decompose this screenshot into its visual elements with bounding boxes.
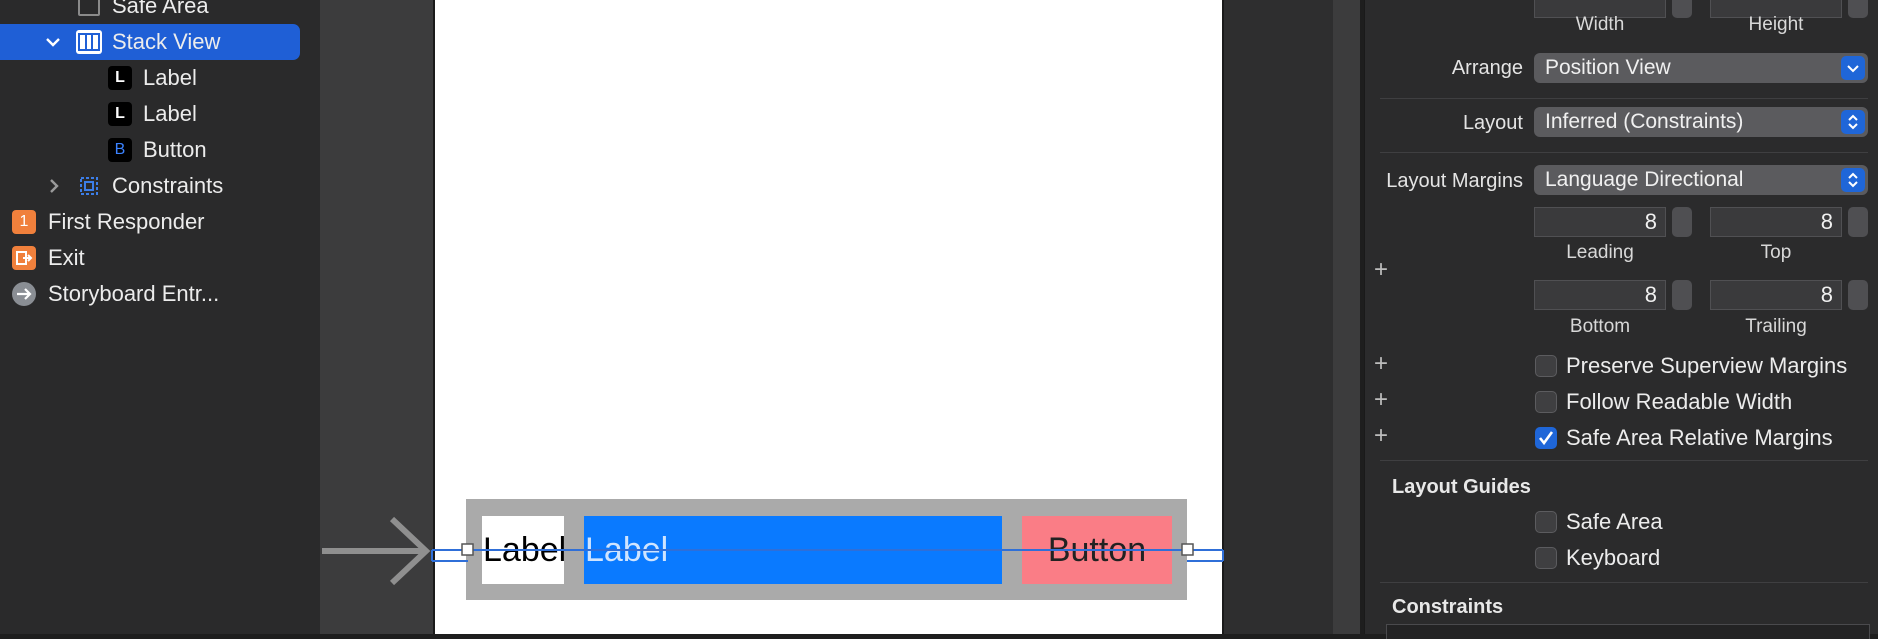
constraints-icon [80,177,98,195]
outline-item-label: Constraints [112,173,224,198]
preserve-superview-margins-checkbox[interactable] [1535,355,1557,377]
separator [1380,460,1868,461]
layout-margins-label: Layout Margins [1386,170,1523,192]
height-caption: Height [1748,14,1804,35]
outline-item-label: First Responder [48,209,205,234]
layout-guides-heading: Layout Guides [1392,476,1531,498]
storyboard-entry-icon [12,282,36,306]
height-stepper[interactable] [1848,0,1868,18]
add-variation-icon[interactable]: + [1374,256,1388,284]
top-stepper[interactable] [1848,207,1868,237]
leading-caption: Leading [1566,242,1634,263]
entry-point-arrow-icon[interactable] [320,515,432,587]
up-down-chevron-icon [1841,168,1865,192]
outline-item-label: Stack View [112,29,221,54]
resize-handle-left [461,543,474,556]
add-variation-icon[interactable]: + [1374,350,1388,378]
chevron-down-icon[interactable] [45,34,61,50]
leading-field[interactable]: 8 [1534,207,1666,237]
top-field[interactable]: 8 [1710,207,1842,237]
trailing-stepper[interactable] [1848,280,1868,310]
trailing-caption: Trailing [1745,316,1807,337]
layout-margins-value: Language Directional [1545,168,1744,191]
document-outline: Safe Area Stack View L Label L Label B B… [0,0,320,634]
keyboard-guide-checkbox[interactable] [1535,547,1557,569]
label-icon: L [108,102,132,126]
safe-area-guide-label: Safe Area [1566,509,1663,534]
outline-item-button[interactable]: B Button [0,132,320,168]
chevron-down-icon [1841,56,1865,80]
first-responder-icon: 1 [12,210,36,234]
outline-item-label: Button [143,137,207,162]
outline-item-label: Label [143,65,197,90]
checkmark-icon [1538,431,1554,446]
bottom-field[interactable]: 8 [1534,280,1666,310]
add-variation-icon[interactable]: + [1374,422,1388,450]
bottom-stepper[interactable] [1672,280,1692,310]
outline-item-first-responder[interactable]: 1 First Responder [0,204,320,240]
up-down-chevron-icon [1841,110,1865,134]
arrange-popup[interactable]: Position View [1534,53,1868,83]
safe-area-icon [78,0,100,16]
outline-item-label-2[interactable]: L Label [0,96,320,132]
outline-item-safe-area[interactable]: Safe Area [0,0,320,24]
outline-item-label: Storyboard Entr... [48,281,220,306]
exit-icon [12,246,36,270]
resize-handle-right [1181,543,1194,556]
width-caption: Width [1575,14,1625,35]
separator [1380,98,1868,99]
safe-area-relative-margins-checkbox[interactable] [1535,427,1557,449]
chevron-right-icon[interactable] [46,178,62,194]
preserve-superview-margins-label: Preserve Superview Margins [1566,353,1848,378]
layout-value: Inferred (Constraints) [1545,110,1744,133]
selection-guides [431,543,1224,562]
separator [1380,582,1868,583]
safe-area-guide-checkbox[interactable] [1535,511,1557,533]
constraints-heading: Constraints [1392,596,1504,618]
outline-item-stack-view[interactable]: Stack View [0,24,300,60]
top-caption: Top [1760,242,1792,263]
arrange-value: Position View [1545,56,1671,79]
constraints-list[interactable] [1386,624,1870,639]
layout-label: Layout [1462,112,1523,134]
follow-readable-width-label: Follow Readable Width [1566,389,1793,414]
width-stepper[interactable] [1672,0,1692,18]
bottom-caption: Bottom [1569,316,1631,337]
outline-item-exit[interactable]: Exit [0,240,320,276]
outline-item-constraints[interactable]: Constraints [0,168,320,204]
layout-margins-popup[interactable]: Language Directional [1534,165,1868,195]
stack-view-icon [76,30,102,54]
keyboard-guide-label: Keyboard [1566,545,1661,570]
trailing-field[interactable]: 8 [1710,280,1842,310]
layout-popup[interactable]: Inferred (Constraints) [1534,107,1868,137]
outline-item-label: Label [143,101,197,126]
outline-item-label: Safe Area [112,0,209,18]
outline-item-label: Exit [48,245,85,270]
arrange-label: Arrange [1451,57,1523,79]
safe-area-relative-margins-label: Safe Area Relative Margins [1566,425,1833,450]
leading-stepper[interactable] [1672,207,1692,237]
button-icon: B [108,138,132,162]
outline-item-storyboard-entry[interactable]: Storyboard Entr... [0,276,320,312]
follow-readable-width-checkbox[interactable] [1535,391,1557,413]
add-variation-icon[interactable]: + [1374,386,1388,414]
label-icon: L [108,66,132,90]
outline-item-label-1[interactable]: L Label [0,60,320,96]
separator [1380,152,1868,153]
